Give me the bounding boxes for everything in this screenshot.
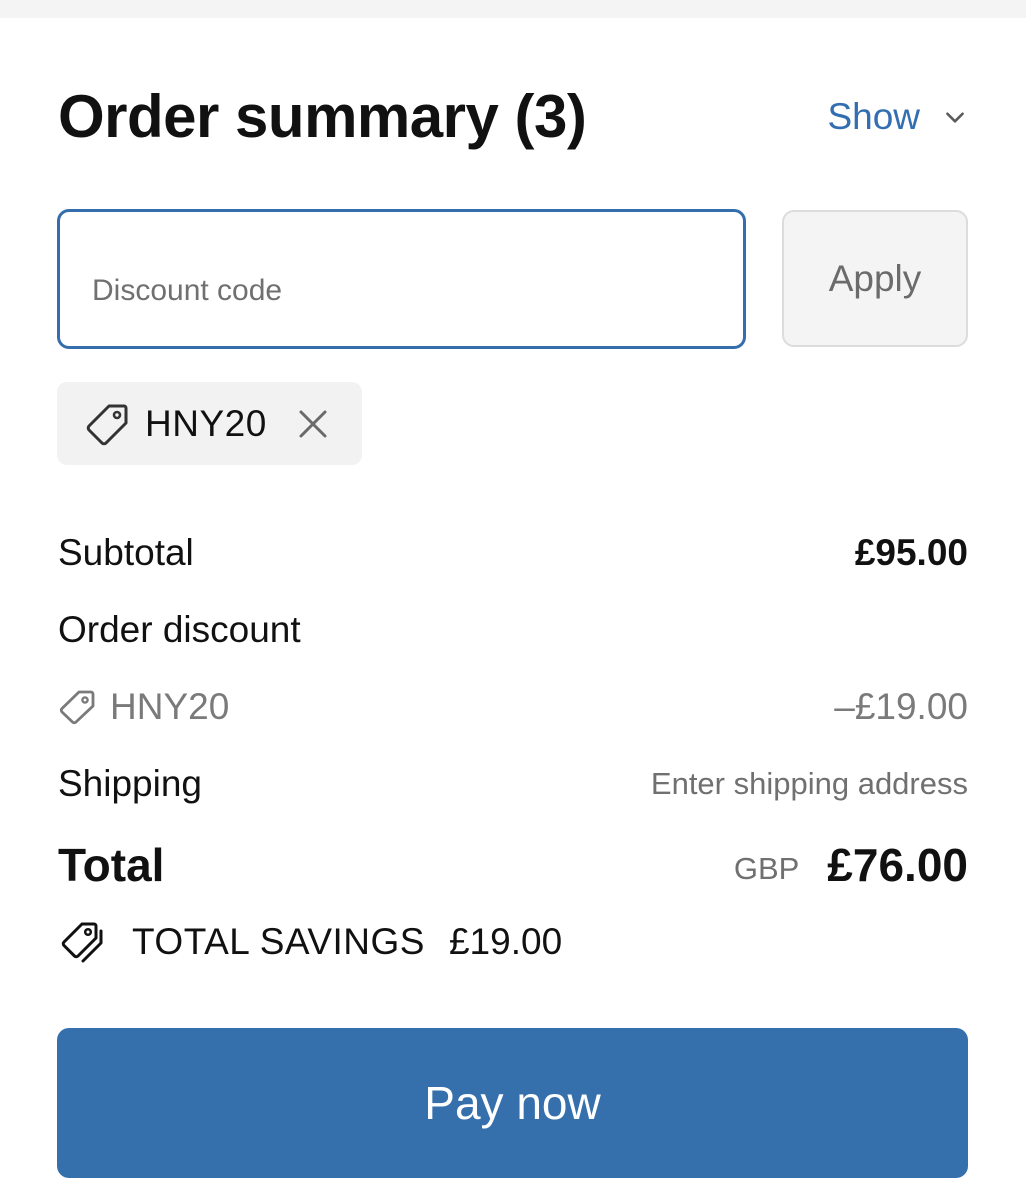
- total-label: Total: [58, 839, 165, 891]
- shipping-row: Shipping Enter shipping address: [58, 759, 968, 809]
- total-amount-group: GBP £76.00: [734, 832, 968, 898]
- order-discount-label: Order discount: [58, 609, 301, 650]
- shipping-value: Enter shipping address: [650, 766, 968, 801]
- discount-amount: –£19.00: [834, 686, 968, 727]
- pay-now-button[interactable]: Pay now: [57, 1028, 968, 1178]
- total-amount: £76.00: [827, 839, 968, 891]
- show-details-toggle[interactable]: Show: [827, 94, 968, 140]
- discount-code-row: HNY20 –£19.00: [58, 682, 968, 732]
- shipping-label: Shipping: [58, 763, 203, 804]
- page-title: Order summary (3): [58, 83, 587, 150]
- discount-code-input[interactable]: [60, 212, 743, 346]
- order-discount-row: Order discount: [58, 605, 968, 655]
- top-strip: [0, 0, 1026, 18]
- total-row: Total GBP £76.00: [58, 832, 968, 898]
- subtotal-label: Subtotal: [58, 532, 194, 573]
- apply-button[interactable]: Apply: [782, 210, 968, 347]
- savings-amount: £19.00: [448, 921, 563, 962]
- toggle-label: Show: [827, 96, 920, 137]
- applied-code-label: HNY20: [145, 403, 267, 444]
- double-tag-icon: [61, 922, 103, 963]
- applied-discount-chip: HNY20: [57, 382, 362, 465]
- remove-discount-icon[interactable]: [295, 406, 331, 442]
- chevron-down-icon: [946, 112, 964, 123]
- subtotal-value: £95.00: [854, 532, 968, 573]
- order-summary-header: Order summary (3) Show: [58, 78, 968, 156]
- discount-code-label: HNY20: [110, 686, 230, 727]
- savings-label: TOTAL SAVINGS: [132, 921, 425, 962]
- tag-icon: [86, 404, 128, 446]
- total-savings: TOTAL SAVINGS £19.00: [58, 916, 562, 968]
- tag-icon: [59, 690, 95, 725]
- discount-code-field[interactable]: [57, 209, 746, 349]
- currency-code: GBP: [733, 851, 800, 886]
- subtotal-row: Subtotal £95.00: [58, 528, 968, 578]
